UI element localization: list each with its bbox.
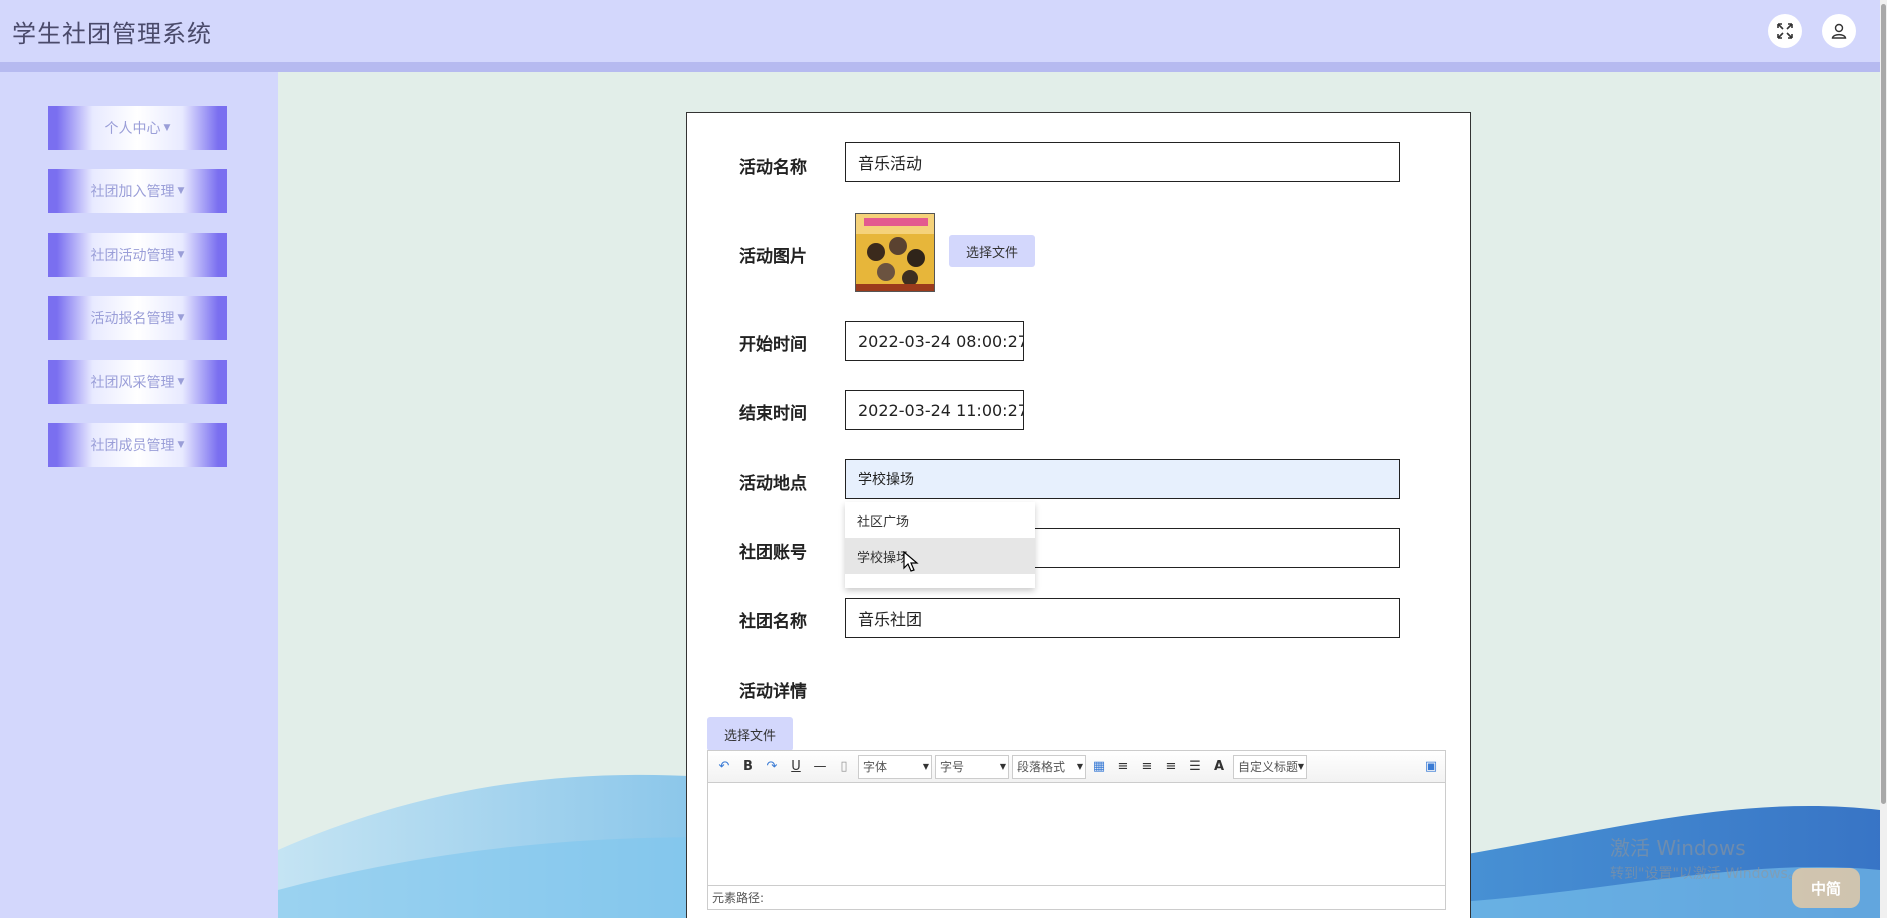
align-right-icon[interactable]: ≡	[1137, 757, 1157, 777]
caret-down-icon: ▼	[177, 377, 185, 387]
dropdown-arrow-icon: ▼	[1076, 762, 1083, 771]
underline-icon[interactable]: U	[786, 757, 806, 777]
fullscreen-editor-icon[interactable]: ▣	[1421, 757, 1441, 777]
font-family-select[interactable]: 字体 ▼	[858, 754, 932, 779]
horizontal-rule-icon[interactable]: —	[810, 757, 830, 777]
align-center-icon[interactable]: ≡	[1161, 757, 1181, 777]
club-account-label: 社团账号	[739, 543, 807, 563]
align-justify-icon[interactable]: ☰	[1185, 757, 1205, 777]
ime-indicator[interactable]: 中简	[1792, 868, 1860, 908]
autocomplete-option[interactable]: 社区广场	[845, 502, 1035, 538]
font-size-select-label: 字号	[940, 760, 965, 774]
activity-name-label: 活动名称	[739, 158, 807, 178]
redo-icon[interactable]: ↷	[762, 757, 782, 777]
top-header: 学生社团管理系统	[0, 0, 1880, 72]
caret-down-icon: ▼	[177, 440, 185, 450]
font-family-select-label: 字体	[863, 760, 888, 774]
custom-title-select[interactable]: 自定义标题 ▼	[1233, 754, 1307, 779]
activity-details-label: 活动详情	[739, 682, 807, 702]
caret-down-icon: ▼	[163, 123, 171, 133]
bold-icon[interactable]: B	[738, 757, 758, 777]
font-color-icon[interactable]: A	[1209, 757, 1229, 777]
caret-down-icon: ▼	[177, 250, 185, 260]
watermark-title: 激活 Windows	[1610, 836, 1746, 860]
scrollbar-thumb[interactable]	[1881, 4, 1886, 804]
editor-content-area[interactable]	[708, 783, 1445, 883]
caret-down-icon: ▼	[177, 313, 185, 323]
windows-activation-watermark: 激活 Windows 转到"设置"以激活 Windows。	[1610, 832, 1802, 883]
dropdown-arrow-icon: ▼	[999, 762, 1006, 771]
caret-down-icon: ▼	[177, 186, 185, 196]
sidebar-item-personal-center[interactable]: 个人中心 ▼	[48, 106, 227, 150]
sidebar-item-club-style[interactable]: 社团风采管理 ▼	[48, 360, 227, 404]
sidebar-item-label: 个人中心	[104, 121, 161, 137]
font-size-select[interactable]: 字号 ▼	[935, 754, 1009, 779]
activity-form: 活动名称 音乐活动 活动图片 选择文件 开始时间 2022-03-24 08:0…	[686, 112, 1471, 918]
sidebar-item-label: 社团加入管理	[90, 184, 175, 200]
sidebar-item-label: 社团风采管理	[90, 375, 175, 391]
dropdown-arrow-icon: ▼	[1297, 762, 1304, 771]
sidebar-item-activity-signup[interactable]: 活动报名管理 ▼	[48, 296, 227, 340]
editor-element-path: 元素路径:	[708, 885, 1445, 909]
sidebar: 个人中心 ▼ 社团加入管理 ▼ 社团活动管理 ▼ 活动报名管理 ▼ 社团风采管理…	[0, 72, 278, 918]
rich-text-editor: ↶ B ↷ U — ▯ 字体 ▼ 字号 ▼ 段落格式 ▼ ▦ ≡ ≡ ≡ ☰ A 自定…	[707, 750, 1446, 910]
end-time-input[interactable]: 2022-03-24 11:00:27	[845, 390, 1024, 430]
paragraph-format-select-label: 段落格式	[1017, 760, 1066, 774]
club-name-label: 社团名称	[739, 612, 807, 632]
activity-image-label: 活动图片	[739, 247, 807, 267]
mouse-cursor-icon	[903, 551, 919, 572]
sidebar-item-label: 社团成员管理	[90, 438, 175, 454]
sidebar-item-club-activity[interactable]: 社团活动管理 ▼	[48, 233, 227, 277]
sidebar-item-club-members[interactable]: 社团成员管理 ▼	[48, 423, 227, 467]
vertical-scrollbar[interactable]	[1880, 0, 1887, 918]
watermark-subtitle: 转到"设置"以激活 Windows。	[1610, 866, 1802, 882]
user-icon	[1831, 23, 1847, 39]
start-time-input[interactable]: 2022-03-24 08:00:27	[845, 321, 1024, 361]
activity-name-input[interactable]: 音乐活动	[845, 142, 1400, 182]
choose-detail-file-button[interactable]: 选择文件	[707, 717, 793, 751]
app-title: 学生社团管理系统	[12, 20, 212, 48]
sidebar-item-label: 活动报名管理	[90, 311, 175, 327]
undo-icon[interactable]: ↶	[714, 757, 734, 777]
location-autocomplete: 社区广场 学校操场	[845, 502, 1035, 588]
location-input[interactable]: 学校操场	[845, 459, 1400, 499]
page-icon[interactable]: ▯	[834, 757, 854, 777]
end-time-label: 结束时间	[739, 404, 807, 424]
user-button[interactable]	[1822, 14, 1856, 48]
sidebar-item-club-join[interactable]: 社团加入管理 ▼	[48, 169, 227, 213]
custom-title-select-label: 自定义标题	[1238, 760, 1299, 774]
sidebar-item-label: 社团活动管理	[90, 248, 175, 264]
editor-toolbar: ↶ B ↷ U — ▯ 字体 ▼ 字号 ▼ 段落格式 ▼ ▦ ≡ ≡ ≡ ☰ A 自定…	[708, 751, 1445, 783]
align-left-icon[interactable]: ≡	[1113, 757, 1133, 777]
paragraph-format-select[interactable]: 段落格式 ▼	[1012, 754, 1086, 779]
location-label: 活动地点	[739, 474, 807, 494]
start-time-label: 开始时间	[739, 335, 807, 355]
expand-icon	[1777, 23, 1793, 39]
fullscreen-button[interactable]	[1768, 14, 1802, 48]
activity-image-preview	[855, 213, 935, 292]
club-name-input[interactable]: 音乐社团	[845, 598, 1400, 638]
table-icon[interactable]: ▦	[1089, 757, 1109, 777]
choose-image-button[interactable]: 选择文件	[949, 235, 1035, 267]
dropdown-arrow-icon: ▼	[922, 762, 929, 771]
autocomplete-option-highlighted[interactable]: 学校操场	[845, 538, 1035, 574]
